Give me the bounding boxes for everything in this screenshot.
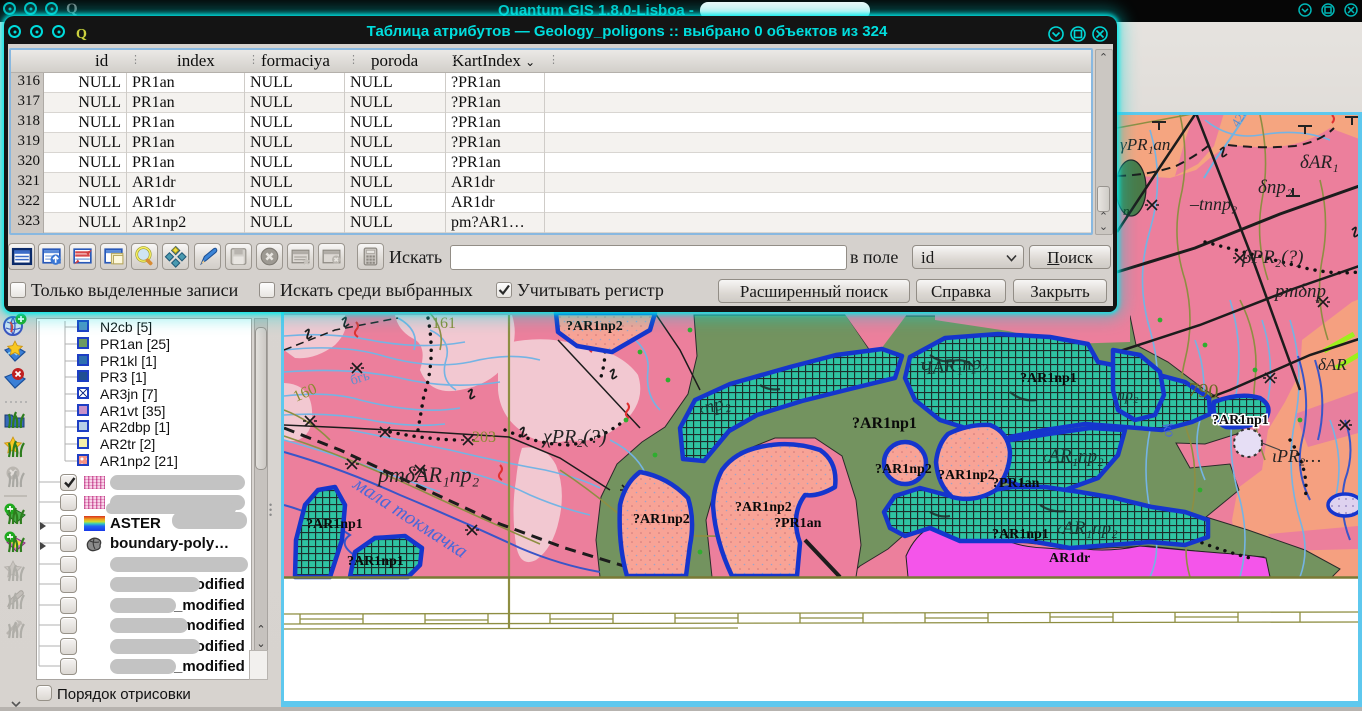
svg-text:np₂: np₂	[1117, 387, 1139, 404]
svg-text:–tnnp₂: –tnnp₂	[1189, 194, 1237, 214]
svg-text:790: 790	[1188, 379, 1219, 403]
svg-text:n: n	[1123, 203, 1130, 218]
svg-text:?AR1np2: ?AR1np2	[735, 500, 792, 515]
svg-text:?AR1np2: ?AR1np2	[566, 319, 623, 334]
svg-text:?AR1np1: ?AR1np1	[852, 415, 917, 432]
svg-text:‹AR₁np₂: ‹AR₁np₂	[1056, 518, 1118, 539]
svg-text:γPR₁an: γPR₁an	[1120, 135, 1170, 154]
svg-text:βPR₂(?): βPR₂(?)	[1241, 247, 1303, 268]
svg-text:203: 203	[472, 429, 496, 446]
svg-text:ιPR₂…: ιPR₂…	[1272, 446, 1321, 466]
svg-text:χPR₂(?): χPR₂(?)	[541, 426, 607, 448]
svg-text:?AR1np2: ?AR1np2	[875, 462, 932, 477]
svg-text:?AR1np1: ?AR1np1	[306, 517, 363, 532]
svg-text:AR1dr: AR1dr	[1049, 551, 1090, 566]
svg-text:?PR1an: ?PR1an	[992, 476, 1040, 491]
svg-text:?AR1np1: ?AR1np1	[1020, 371, 1077, 386]
svg-text:?AR1np1: ?AR1np1	[1212, 413, 1269, 428]
svg-text:δAR₁: δAR₁	[1300, 152, 1339, 173]
svg-text:?AR1np2: ?AR1np2	[938, 468, 995, 483]
svg-text:pmδAR₁np₂: pmδAR₁np₂	[376, 462, 480, 487]
svg-text:?AR1np2: ?AR1np2	[633, 512, 690, 527]
svg-text:δnp₂: δnp₂	[1258, 177, 1293, 198]
svg-text:161: 161	[432, 315, 456, 332]
svg-text:δAR: δAR	[1318, 355, 1347, 374]
svg-text:?AR1np1: ?AR1np1	[347, 554, 404, 569]
svg-text:pmδnp: pmδnp	[1273, 281, 1326, 302]
svg-text:?AR1np1: ?AR1np1	[992, 527, 1049, 542]
svg-text:‹AR₁np₂: ‹AR₁np₂	[1042, 446, 1104, 467]
svg-text:?PR1an: ?PR1an	[774, 516, 822, 531]
